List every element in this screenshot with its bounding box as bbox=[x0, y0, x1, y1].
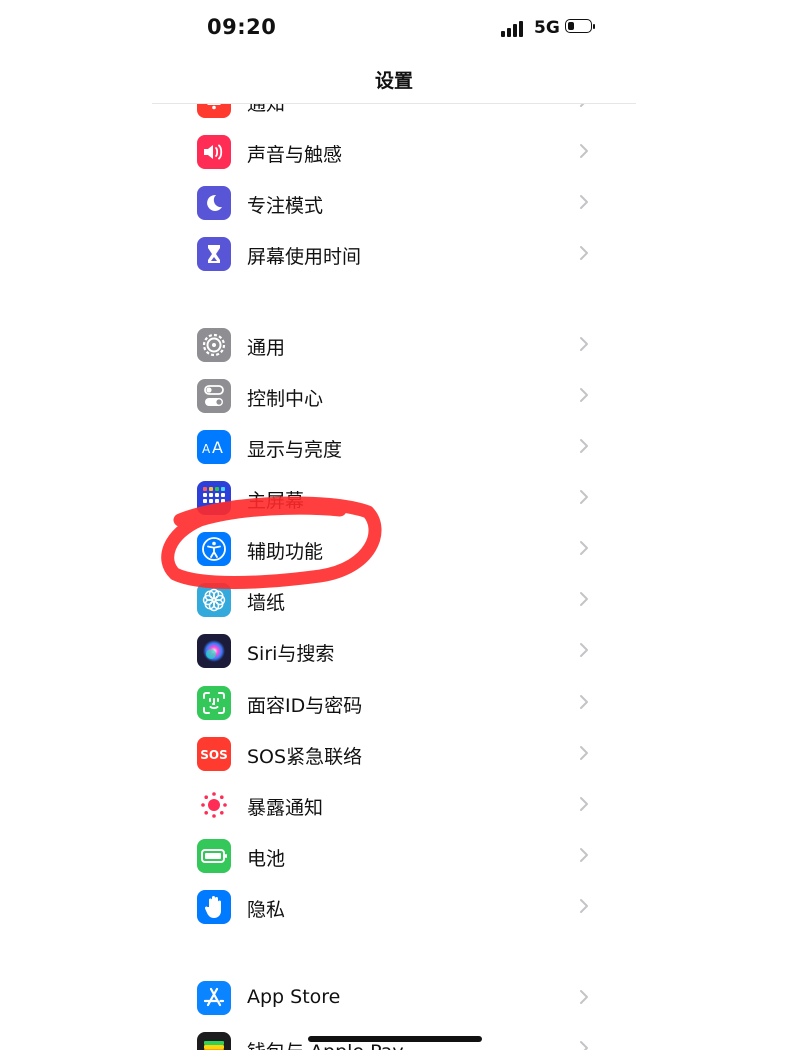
home-indicator[interactable] bbox=[308, 1036, 482, 1042]
settings-row-label: 通知 bbox=[247, 104, 286, 115]
status-bar: 09:20 5G bbox=[0, 0, 788, 60]
chevron-right-icon bbox=[580, 246, 588, 260]
chevron-right-icon bbox=[580, 195, 588, 209]
chevron-right-icon bbox=[580, 439, 588, 453]
chevron-right-icon bbox=[580, 541, 588, 555]
speaker-icon bbox=[197, 135, 231, 169]
settings-row-label: 面容ID与密码 bbox=[247, 695, 363, 717]
chevron-right-icon bbox=[580, 695, 588, 709]
wallet-icon bbox=[197, 1032, 231, 1050]
status-time: 09:20 bbox=[207, 15, 277, 39]
app-grid-icon bbox=[197, 481, 231, 515]
hand-icon bbox=[197, 890, 231, 924]
settings-list-viewport[interactable]: 通知 声音与触感 专注模式 屏幕使用时间 通用 控制中心 A A 显示与亮度 主… bbox=[0, 104, 788, 1050]
settings-row-general[interactable]: 通用 bbox=[195, 326, 595, 370]
settings-row-label: App Store bbox=[247, 986, 341, 1008]
gear-icon bbox=[197, 328, 231, 362]
app-store-icon bbox=[197, 981, 231, 1015]
chevron-right-icon bbox=[580, 848, 588, 862]
settings-row-label: 主屏幕 bbox=[247, 490, 305, 512]
toggles-icon bbox=[197, 379, 231, 413]
settings-row-label: 暴露通知 bbox=[247, 797, 324, 819]
settings-row-control-center[interactable]: 控制中心 bbox=[195, 377, 595, 421]
battery-status-icon bbox=[565, 19, 595, 35]
cellular-signal-icon bbox=[501, 20, 527, 37]
chevron-right-icon bbox=[580, 144, 588, 158]
chevron-right-icon bbox=[580, 337, 588, 351]
settings-row-label: 辅助功能 bbox=[247, 541, 324, 563]
chevron-right-icon bbox=[580, 104, 585, 107]
settings-row-label: 电池 bbox=[247, 848, 286, 870]
settings-row-label: 专注模式 bbox=[247, 195, 324, 217]
settings-row-label: 声音与触感 bbox=[247, 144, 343, 166]
chevron-right-icon bbox=[580, 990, 588, 1004]
settings-row-app-store[interactable]: App Store bbox=[195, 979, 595, 1023]
settings-row-sounds-haptics[interactable]: 声音与触感 bbox=[195, 133, 595, 177]
settings-row-exposure-notifications[interactable]: 暴露通知 bbox=[195, 786, 595, 830]
chevron-right-icon bbox=[580, 797, 588, 811]
settings-row-emergency-sos[interactable]: SOS SOS紧急联络 bbox=[195, 735, 595, 779]
settings-row-notifications[interactable]: 通知 bbox=[195, 104, 595, 126]
accessibility-icon bbox=[197, 532, 231, 566]
settings-row-label: SOS紧急联络 bbox=[247, 746, 363, 768]
settings-row-screen-time[interactable]: 屏幕使用时间 bbox=[195, 235, 595, 279]
settings-row-battery[interactable]: 电池 bbox=[195, 837, 595, 881]
settings-row-label: 隐私 bbox=[247, 899, 286, 921]
page-title: 设置 bbox=[374, 70, 413, 92]
chevron-right-icon bbox=[580, 643, 588, 657]
moon-icon bbox=[197, 186, 231, 220]
settings-row-label: Siri与搜索 bbox=[247, 643, 335, 665]
exposure-icon bbox=[197, 788, 231, 822]
chevron-right-icon bbox=[580, 592, 588, 606]
settings-row-focus[interactable]: 专注模式 bbox=[195, 184, 595, 228]
chevron-right-icon bbox=[580, 899, 588, 913]
text-size-icon: AA bbox=[197, 430, 231, 464]
settings-row-label: 墙纸 bbox=[247, 592, 286, 614]
network-type: 5G bbox=[534, 18, 560, 38]
battery-icon bbox=[197, 839, 231, 873]
settings-row-privacy[interactable]: 隐私 bbox=[195, 888, 595, 932]
hourglass-icon bbox=[197, 237, 231, 271]
settings-row-label: 通用 bbox=[247, 337, 286, 359]
settings-row-wallpaper[interactable]: 墙纸 bbox=[195, 581, 595, 625]
chevron-right-icon bbox=[580, 746, 588, 760]
svg-text:SOS: SOS bbox=[200, 748, 228, 762]
face-id-icon bbox=[197, 686, 231, 720]
settings-row-label: 显示与亮度 bbox=[247, 439, 343, 461]
settings-row-accessibility[interactable]: 辅助功能 bbox=[195, 530, 595, 574]
flower-icon bbox=[197, 583, 231, 617]
chevron-right-icon bbox=[580, 490, 588, 504]
settings-row-display-brightness[interactable]: AA 显示与亮度 bbox=[195, 428, 595, 472]
settings-row-face-id-passcode[interactable]: 面容ID与密码 bbox=[195, 684, 595, 728]
settings-row-label: 控制中心 bbox=[247, 388, 324, 410]
bell-icon bbox=[197, 104, 231, 118]
chevron-right-icon bbox=[580, 1041, 588, 1050]
settings-row-home-screen[interactable]: 主屏幕 bbox=[195, 479, 595, 523]
settings-row-siri-search[interactable]: Siri与搜索 bbox=[195, 632, 595, 676]
svg-text:A: A bbox=[202, 442, 211, 456]
svg-text:A: A bbox=[212, 438, 223, 457]
sos-icon: SOS bbox=[197, 737, 231, 771]
chevron-right-icon bbox=[580, 388, 588, 402]
settings-row-label: 屏幕使用时间 bbox=[247, 246, 362, 268]
siri-icon bbox=[197, 634, 231, 668]
